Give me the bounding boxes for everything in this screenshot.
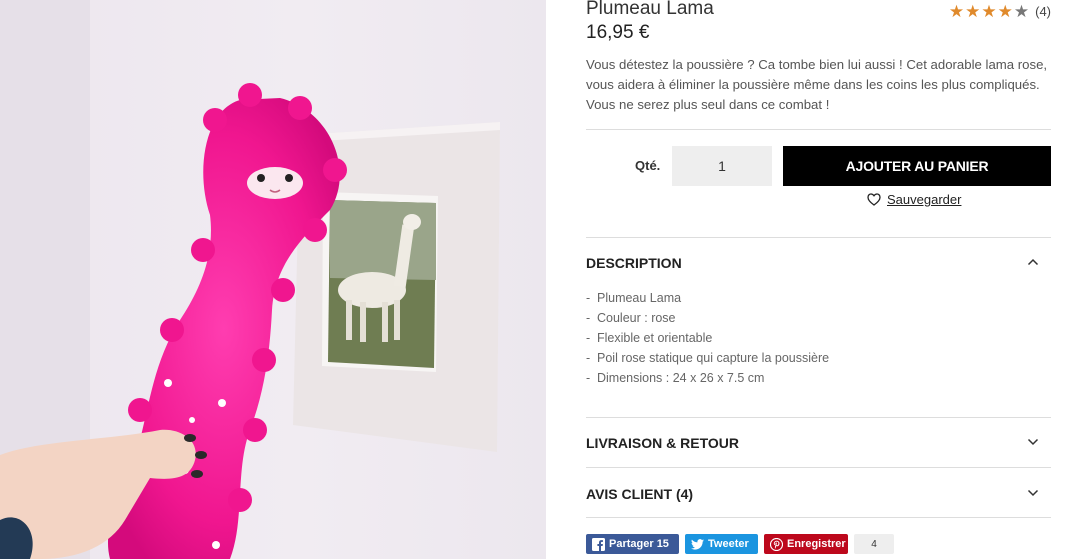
quantity-input[interactable] <box>672 146 772 186</box>
divider <box>586 517 1051 518</box>
divider <box>586 237 1051 238</box>
divider <box>586 417 1051 418</box>
star-icon: ★ <box>1013 2 1030 21</box>
twitter-share-label: Tweeter <box>708 538 749 550</box>
product-panel: Plumeau Lama 16,95 € ★ ★ ★ ★ ★ (4) Vous déte… <box>586 0 1051 559</box>
star-icon: ★ <box>981 2 997 21</box>
twitter-share-button[interactable]: Tweeter <box>685 534 758 554</box>
save-button[interactable]: Sauvegarder <box>867 192 961 207</box>
chevron-up-icon[interactable] <box>1027 258 1039 266</box>
rating-stars: ★ ★ ★ ★ ★ <box>949 3 1029 20</box>
rating-count: (4) <box>1035 4 1051 19</box>
product-price: 16,95 € <box>586 22 650 43</box>
divider <box>586 129 1051 130</box>
facebook-share-button[interactable]: Partager 15 <box>586 534 679 554</box>
description-item: - Couleur : rose <box>586 311 676 325</box>
chevron-down-icon[interactable] <box>1027 438 1039 446</box>
description-item: - Plumeau Lama <box>586 291 682 305</box>
pin-count: 4 <box>854 534 894 554</box>
description-list: - Plumeau Lama - Couleur : rose - Flexible et… <box>586 288 829 388</box>
add-to-cart-button[interactable]: AJOUTER AU PANIER <box>783 146 1051 186</box>
facebook-share-label: Partager 15 <box>609 538 669 550</box>
product-photo[interactable] <box>0 0 546 559</box>
accordion-reviews-title[interactable]: AVIS CLIENT (4) <box>586 486 693 502</box>
product-title: Plumeau Lama <box>586 0 714 19</box>
twitter-icon <box>691 538 704 551</box>
rating[interactable]: ★ ★ ★ ★ ★ (4) <box>949 3 1051 20</box>
accordion-description-title[interactable]: DESCRIPTION <box>586 255 682 271</box>
facebook-icon <box>592 537 605 551</box>
llama-duster-image <box>0 0 500 559</box>
description-item: - Dimensions : 24 x 26 x 7.5 cm <box>586 371 765 385</box>
pinterest-save-button[interactable]: Enregistrer <box>764 534 848 554</box>
accordion-shipping-title[interactable]: LIVRAISON & RETOUR <box>586 435 739 451</box>
quantity-label: Qté. <box>635 158 661 173</box>
share-bar: Partager 15 Tweeter Enregistrer 4 <box>586 534 894 554</box>
description-item: - Poil rose statique qui capture la pouss… <box>586 351 830 365</box>
star-icon: ★ <box>948 2 965 21</box>
pinterest-save-label: Enregistrer <box>787 538 846 550</box>
pinterest-icon <box>770 537 783 551</box>
description-item: - Flexible et orientable <box>586 331 713 345</box>
heart-icon <box>867 193 881 206</box>
star-icon: ★ <box>965 2 981 21</box>
save-label: Sauvegarder <box>887 192 962 207</box>
star-icon: ★ <box>997 2 1013 21</box>
product-intro: Vous détestez la poussière ? Ca tombe bi… <box>586 57 1048 112</box>
chevron-down-icon[interactable] <box>1027 489 1039 497</box>
divider <box>586 467 1051 468</box>
